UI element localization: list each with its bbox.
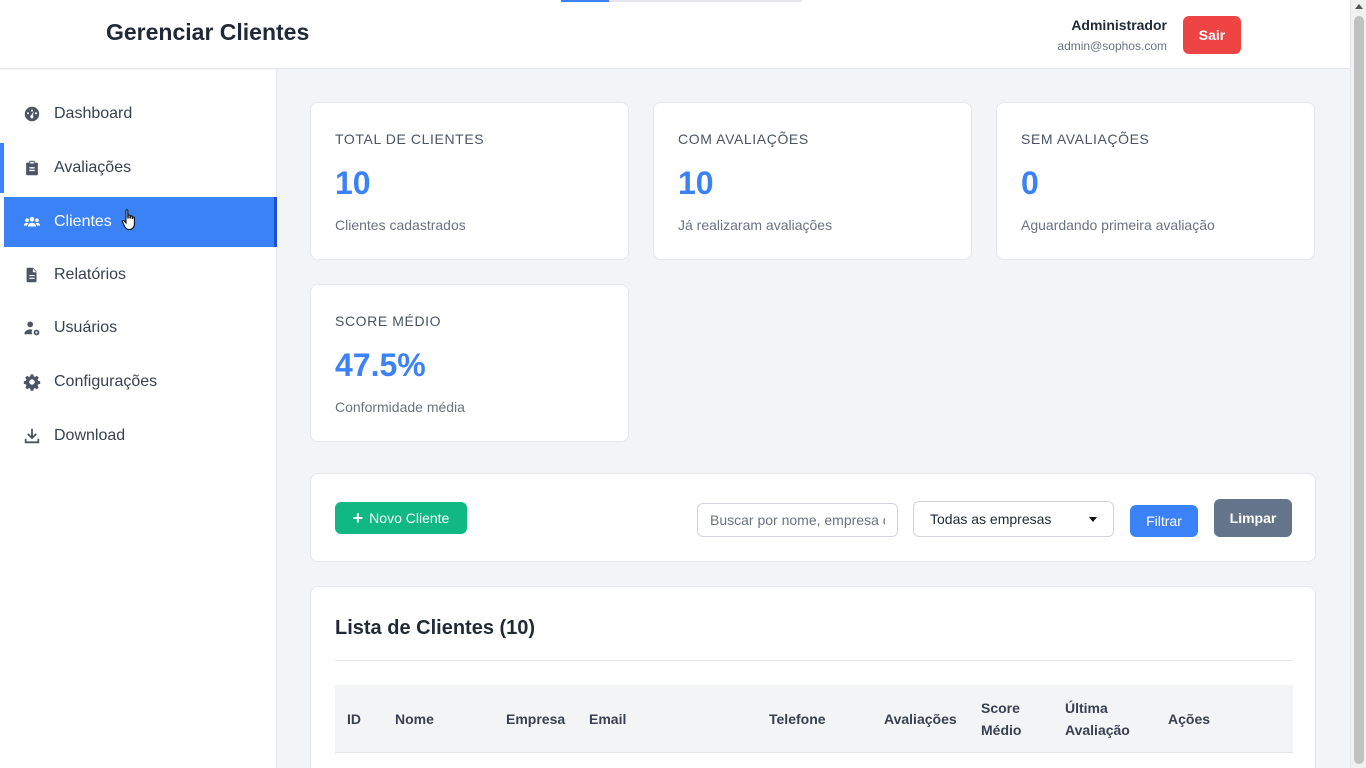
divider bbox=[335, 660, 1293, 661]
stat-card-with-evaluations: COM AVALIAÇÕES 10 Já realizaram avaliaçõ… bbox=[653, 102, 972, 260]
chevron-down-icon bbox=[1089, 516, 1097, 522]
sidebar-item-relatorios[interactable]: Relatórios bbox=[0, 250, 277, 300]
table-header: ID Nome Empresa Email Telefone Avaliaçõe… bbox=[335, 685, 1293, 753]
stat-card-total: TOTAL DE CLIENTES 10 Clientes cadastrado… bbox=[310, 102, 629, 260]
sidebar-item-label: Avaliações bbox=[54, 159, 132, 176]
sidebar-item-avaliacoes[interactable]: Avaliações bbox=[0, 143, 277, 193]
clipboard-icon bbox=[22, 158, 42, 178]
sidebar-item-configuracoes[interactable]: Configurações bbox=[0, 357, 277, 407]
new-client-label: Novo Cliente bbox=[369, 510, 450, 526]
filter-button[interactable]: Filtrar bbox=[1130, 505, 1198, 537]
company-select-value: Todas as empresas bbox=[930, 511, 1052, 527]
logout-button[interactable]: Sair bbox=[1183, 16, 1241, 54]
new-client-button[interactable]: + Novo Cliente bbox=[335, 502, 467, 534]
sidebar-item-clientes[interactable]: Clientes bbox=[4, 197, 277, 247]
company-select[interactable]: Todas as empresas bbox=[913, 501, 1114, 537]
search-input[interactable] bbox=[697, 503, 898, 537]
clear-button[interactable]: Limpar bbox=[1214, 499, 1292, 537]
stat-caption: Conformidade média bbox=[335, 399, 465, 415]
stat-caption: Aguardando primeira avaliação bbox=[1021, 217, 1215, 233]
stat-label: SCORE MÉDIO bbox=[335, 313, 442, 329]
stat-card-without-evaluations: SEM AVALIAÇÕES 0 Aguardando primeira ava… bbox=[996, 102, 1315, 260]
column-header-score-line2: Médio bbox=[981, 722, 1022, 738]
sidebar-item-label: Clientes bbox=[54, 213, 112, 230]
sidebar-item-download[interactable]: Download bbox=[0, 411, 277, 461]
sidebar-item-label: Dashboard bbox=[54, 105, 133, 122]
stat-value: 0 bbox=[1021, 165, 1039, 201]
stat-value: 10 bbox=[678, 165, 714, 201]
stat-value: 47.5% bbox=[335, 347, 426, 383]
stat-card-average-score: SCORE MÉDIO 47.5% Conformidade média bbox=[310, 284, 629, 442]
page-title: Gerenciar Clientes bbox=[106, 19, 310, 45]
column-header-email: Email bbox=[589, 711, 627, 727]
filter-bar: + Novo Cliente Todas as empresas Filtrar… bbox=[310, 473, 1316, 562]
client-list-card: Lista de Clientes (10) ID Nome Empresa E… bbox=[310, 586, 1316, 768]
sidebar-item-usuarios[interactable]: Usuários bbox=[0, 303, 277, 353]
column-header-id: ID bbox=[347, 711, 361, 727]
users-icon bbox=[22, 212, 42, 232]
hand-cursor-icon bbox=[121, 209, 135, 231]
sidebar-item-label: Download bbox=[54, 427, 126, 444]
stat-label: TOTAL DE CLIENTES bbox=[335, 131, 485, 147]
sidebar-item-label: Configurações bbox=[54, 373, 158, 390]
sidebar: Dashboard Avaliações Clientes Relatórios… bbox=[0, 70, 277, 768]
column-header-evaluations: Avaliações bbox=[884, 711, 957, 727]
scrollbar-thumb[interactable] bbox=[1354, 16, 1364, 764]
sidebar-item-label: Usuários bbox=[54, 319, 118, 336]
user-gear-icon bbox=[22, 318, 42, 338]
stat-caption: Clientes cadastrados bbox=[335, 217, 466, 233]
list-title: Lista de Clientes (10) bbox=[335, 617, 536, 639]
loading-bar bbox=[561, 0, 802, 2]
column-header-last-evaluation-line2: Avaliação bbox=[1065, 722, 1130, 738]
user-email: admin@sophos.com bbox=[1057, 39, 1167, 53]
stat-label: COM AVALIAÇÕES bbox=[678, 131, 809, 147]
column-header-company: Empresa bbox=[506, 711, 566, 727]
column-header-score-line1: Score bbox=[981, 700, 1020, 716]
sidebar-item-dashboard[interactable]: Dashboard bbox=[0, 89, 277, 139]
loading-bar-fill bbox=[561, 0, 609, 2]
column-header-last-evaluation-line1: Última bbox=[1065, 700, 1108, 716]
page-scrollbar[interactable] bbox=[1350, 0, 1366, 768]
column-header-phone: Telefone bbox=[769, 711, 826, 727]
column-header-name: Nome bbox=[395, 711, 434, 727]
stat-caption: Já realizaram avaliações bbox=[678, 217, 833, 233]
stat-value: 10 bbox=[335, 165, 371, 201]
sidebar-item-label: Relatórios bbox=[54, 266, 127, 283]
column-header-last-evaluation: Última Avaliação bbox=[1065, 697, 1130, 741]
gear-icon bbox=[22, 372, 42, 392]
stat-label: SEM AVALIAÇÕES bbox=[1021, 131, 1150, 147]
plus-icon: + bbox=[352, 508, 364, 528]
column-header-score: Score Médio bbox=[981, 697, 1021, 741]
column-header-actions: Ações bbox=[1168, 711, 1211, 727]
download-icon bbox=[22, 426, 42, 446]
user-name: Administrador bbox=[1071, 17, 1167, 33]
file-icon bbox=[22, 265, 42, 285]
scroll-up-icon[interactable] bbox=[1355, 4, 1363, 9]
top-header: Gerenciar Clientes Administrador admin@s… bbox=[0, 0, 1350, 69]
dashboard-icon bbox=[22, 104, 42, 124]
